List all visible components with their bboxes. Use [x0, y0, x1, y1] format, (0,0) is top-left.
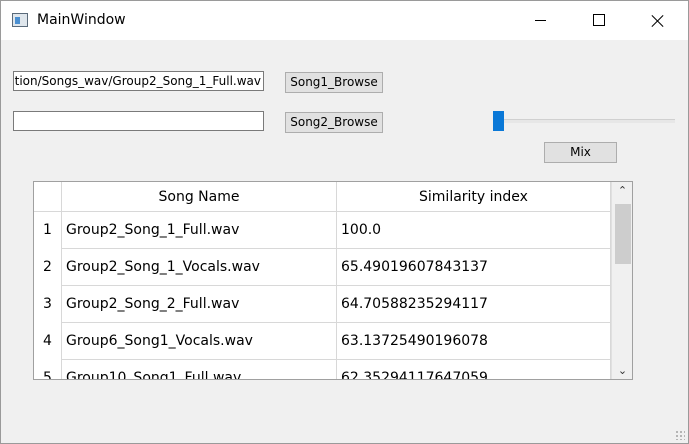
song1-path-text: Competition/Songs_wav/Group2_Song_1_Full…	[14, 74, 261, 88]
scrollbar-thumb[interactable]	[615, 204, 631, 264]
table-row[interactable]: 3 Group2_Song_2_Full.wav 64.705882352941…	[34, 286, 611, 323]
maximize-button[interactable]	[576, 1, 622, 40]
mix-slider[interactable]	[495, 119, 675, 123]
song1-path-input[interactable]: Competition/Songs_wav/Group2_Song_1_Full…	[13, 71, 264, 91]
similarity-cell[interactable]: 63.13725490196078	[337, 323, 611, 360]
song-name-cell[interactable]: Group2_Song_2_Full.wav	[62, 286, 337, 323]
similarity-cell[interactable]: 65.49019607843137	[337, 249, 611, 286]
song1-browse-button[interactable]: Song1_Browse	[285, 72, 383, 93]
table-row[interactable]: 1 Group2_Song_1_Full.wav 100.0	[34, 212, 611, 249]
row-number: 5	[34, 360, 62, 379]
song-name-cell[interactable]: Group6_Song1_Vocals.wav	[62, 323, 337, 360]
song-name-cell[interactable]: Group10_Song1_Full.wav	[62, 360, 337, 379]
row-number: 2	[34, 249, 62, 286]
chevron-down-icon[interactable]: ⌄	[612, 362, 632, 379]
song2-path-input[interactable]	[13, 111, 264, 131]
similarity-cell[interactable]: 100.0	[337, 212, 611, 249]
mix-slider-handle[interactable]	[493, 111, 504, 131]
table-row[interactable]: 2 Group2_Song_1_Vocals.wav 65.4901960784…	[34, 249, 611, 286]
song-name-cell[interactable]: Group2_Song_1_Vocals.wav	[62, 249, 337, 286]
minimize-button[interactable]	[517, 1, 563, 40]
table-row[interactable]: 4 Group6_Song1_Vocals.wav 63.13725490196…	[34, 323, 611, 360]
row-number: 1	[34, 212, 62, 249]
column-header-song-name[interactable]: Song Name	[62, 182, 337, 212]
mix-button[interactable]: Mix	[544, 142, 617, 163]
row-number: 4	[34, 323, 62, 360]
chevron-up-icon[interactable]: ⌃	[612, 182, 632, 199]
app-icon	[12, 13, 28, 27]
title-bar[interactable]: MainWindow	[1, 1, 688, 40]
table-corner	[34, 182, 62, 212]
song-name-cell[interactable]: Group2_Song_1_Full.wav	[62, 212, 337, 249]
similarity-cell[interactable]: 62.35294117647059	[337, 360, 611, 379]
song2-browse-button[interactable]: Song2_Browse	[285, 112, 383, 133]
column-header-similarity-index[interactable]: Similarity index	[337, 182, 611, 212]
table-vertical-scrollbar[interactable]: ⌃ ⌄	[611, 182, 632, 379]
main-window: MainWindow Competition/Songs_wav/Group2_…	[0, 0, 689, 444]
similarity-cell[interactable]: 64.70588235294117	[337, 286, 611, 323]
table-row[interactable]: 5 Group10_Song1_Full.wav 62.352941176470…	[34, 360, 611, 379]
window-title: MainWindow	[37, 12, 126, 28]
resize-grip-icon[interactable]	[675, 430, 685, 440]
close-button[interactable]	[635, 1, 681, 40]
similarity-table[interactable]: Song Name Similarity index 1 Group2_Song…	[33, 181, 633, 380]
row-number: 3	[34, 286, 62, 323]
